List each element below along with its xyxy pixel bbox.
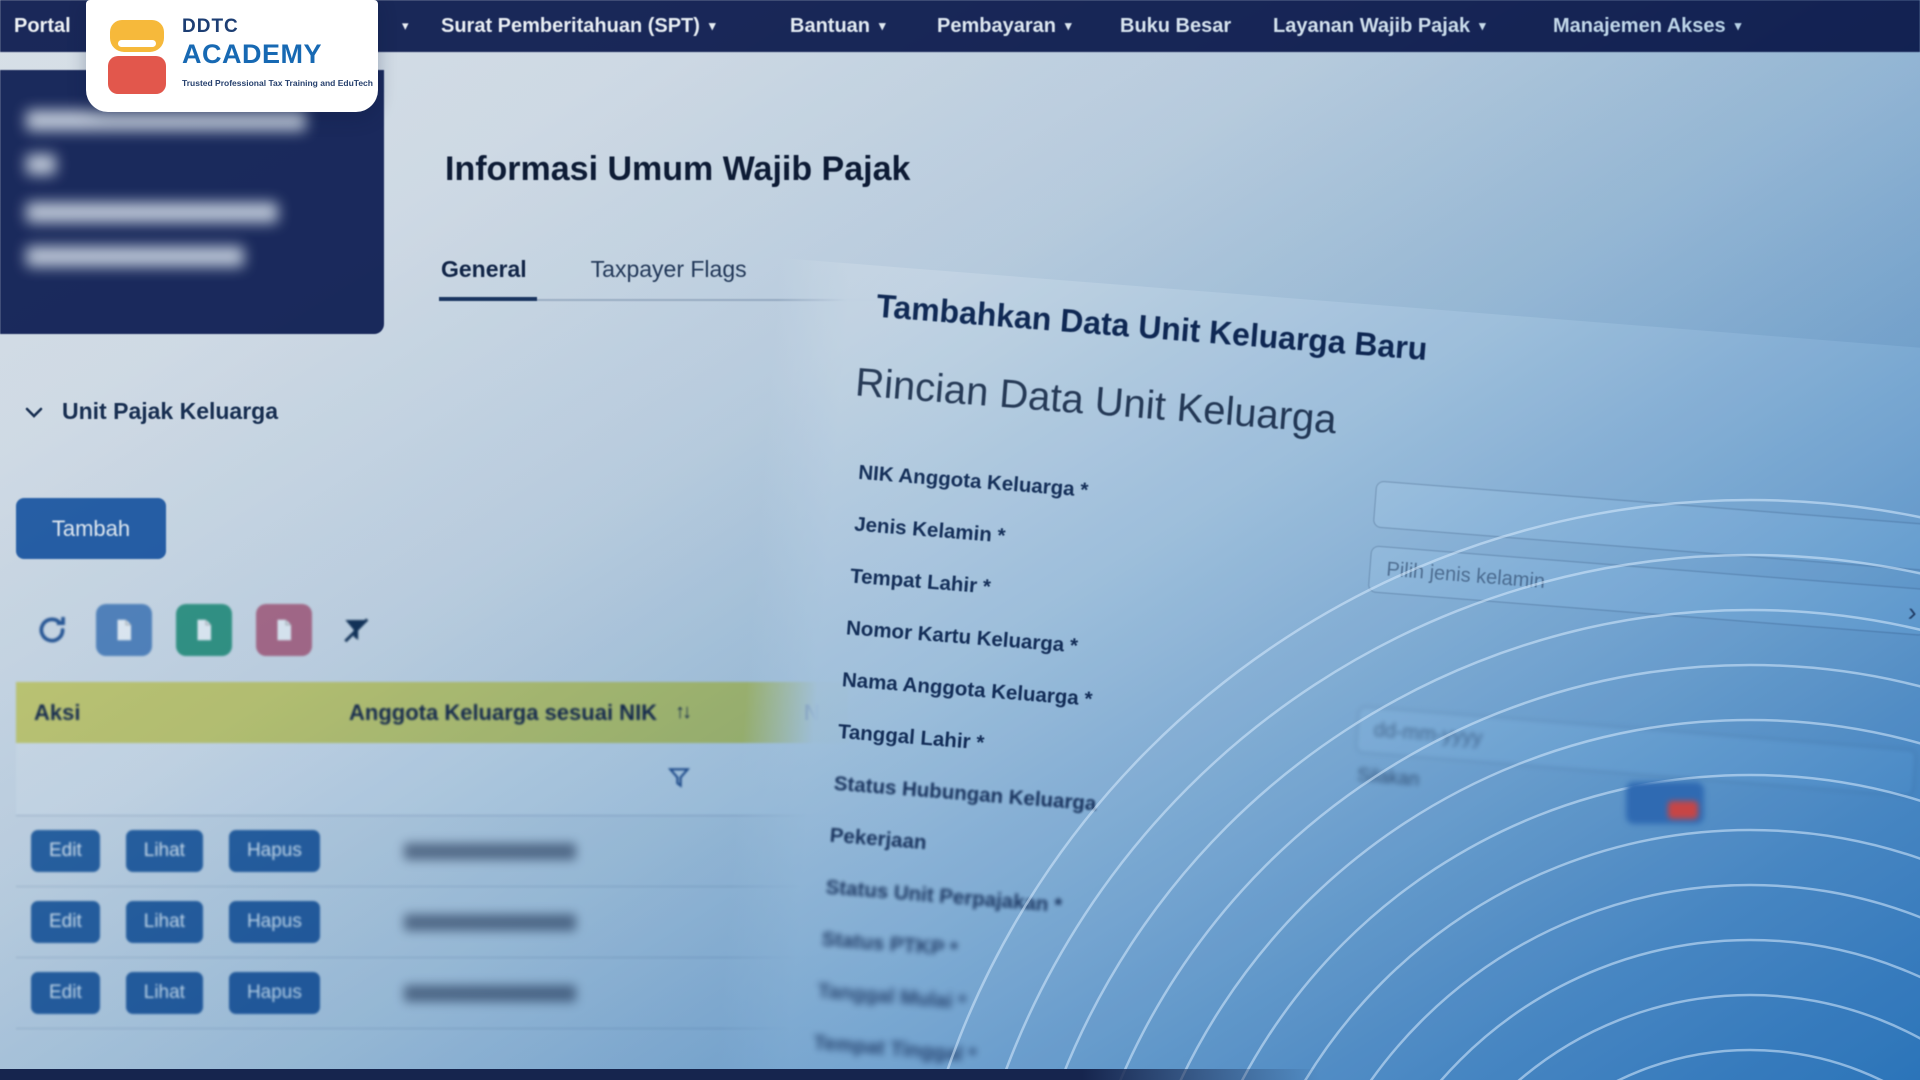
add-family-unit-form: Tambahkan Data Unit Keluarga Baru Rincia… bbox=[700, 258, 1920, 1080]
column-header-aksi: Aksi bbox=[34, 699, 81, 725]
redacted-cell-value bbox=[404, 913, 576, 931]
table-filter-row bbox=[16, 743, 848, 816]
logo-shape bbox=[1668, 801, 1698, 819]
table-toolbar bbox=[32, 604, 376, 656]
table-header-row: Aksi Anggota Keluarga sesuai NIK ↑↓ N bbox=[16, 682, 848, 743]
date-placeholder: dd-mm-yyyy bbox=[1372, 719, 1484, 750]
form-field-labels: NIK Anggota Keluarga * Jenis Kelamin * T… bbox=[810, 461, 1121, 1080]
logo-book-shape bbox=[110, 20, 164, 52]
blurred-app-logo bbox=[1626, 782, 1704, 824]
brand-name: DDTC bbox=[182, 16, 239, 37]
export-document-button[interactable] bbox=[96, 604, 152, 656]
delete-button[interactable]: Hapus bbox=[228, 901, 320, 943]
ddtc-logo-icon bbox=[108, 18, 170, 94]
tab-general[interactable]: General bbox=[439, 256, 537, 301]
page-title: Informasi Umum Wajib Pajak bbox=[445, 150, 911, 188]
nav-item-label: Manajemen Akses bbox=[1553, 15, 1726, 37]
column-filter-button[interactable] bbox=[666, 765, 692, 796]
column-header-anggota-keluarga[interactable]: Anggota Keluarga sesuai NIK ↑↓ bbox=[349, 699, 692, 726]
document-icon bbox=[277, 619, 292, 641]
view-button[interactable]: Lihat bbox=[125, 901, 203, 943]
export-pdf-button[interactable] bbox=[256, 604, 312, 656]
tambah-button[interactable]: Tambah bbox=[16, 498, 166, 559]
ddtc-academy-logo-card: DDTC ACADEMY Trusted Professional Tax Tr… bbox=[86, 0, 378, 112]
nav-item-portal[interactable]: Portal bbox=[14, 0, 71, 52]
delete-button[interactable]: Hapus bbox=[228, 830, 320, 872]
redacted-text-line bbox=[26, 246, 244, 267]
edit-button[interactable]: Edit bbox=[31, 901, 100, 943]
form-inputs: Pilih jenis kelamin › dd-mm-yyyy Silakan bbox=[1352, 480, 1920, 830]
delete-button[interactable]: Hapus bbox=[228, 972, 320, 1014]
form-subtitle: Rincian Data Unit Keluarga bbox=[853, 360, 1339, 443]
nav-item-label: Pembayaran bbox=[937, 15, 1056, 37]
section-unit-pajak-keluarga[interactable]: Unit Pajak Keluarga bbox=[22, 398, 278, 425]
chevron-down-icon[interactable]: ▾ bbox=[402, 0, 409, 52]
redacted-text-line bbox=[26, 110, 306, 131]
nav-item-manajemen-akses[interactable]: Manajemen Akses ▾ bbox=[1553, 0, 1741, 52]
document-icon bbox=[117, 619, 132, 641]
nav-item-label: Bantuan bbox=[790, 15, 870, 37]
chevron-down-icon: ▾ bbox=[1064, 18, 1072, 33]
chevron-right-icon: › bbox=[1906, 596, 1918, 628]
view-button[interactable]: Lihat bbox=[125, 830, 203, 872]
section-title: Unit Pajak Keluarga bbox=[62, 398, 279, 424]
clear-filter-button[interactable] bbox=[336, 604, 376, 656]
view-button[interactable]: Lihat bbox=[125, 972, 203, 1014]
chevron-down-icon: ▾ bbox=[879, 18, 886, 33]
filter-off-icon bbox=[344, 618, 369, 643]
brand-name-main: ACADEMY bbox=[182, 39, 323, 69]
table-row: Edit Lihat Hapus bbox=[16, 816, 848, 887]
chevron-down-icon bbox=[25, 407, 43, 418]
brand-tagline: Trusted Professional Tax Training and Ed… bbox=[182, 78, 373, 88]
tab-taxpayer-flags[interactable]: Taxpayer Flags bbox=[591, 256, 747, 283]
nav-item-bantuan[interactable]: Bantuan ▾ bbox=[790, 0, 886, 52]
chevron-down-icon: ▾ bbox=[1479, 18, 1486, 33]
chevron-down-icon: ▾ bbox=[708, 18, 716, 33]
redacted-cell-value bbox=[404, 842, 576, 860]
nav-item-pembayaran[interactable]: Pembayaran ▾ bbox=[937, 0, 1072, 52]
bottom-edge-bar bbox=[0, 1069, 1320, 1080]
nav-item-label: Surat Pemberitahuan (SPT) bbox=[441, 15, 700, 37]
edit-button[interactable]: Edit bbox=[31, 830, 100, 872]
nav-item-label: Layanan Wajib Pajak bbox=[1273, 15, 1471, 37]
nav-item-spt[interactable]: Surat Pemberitahuan (SPT) ▾ bbox=[441, 0, 715, 52]
redacted-text-line bbox=[26, 154, 56, 175]
redacted-cell-value bbox=[404, 984, 576, 1002]
chevron-down-icon: ▾ bbox=[1734, 18, 1742, 33]
refresh-button[interactable] bbox=[32, 604, 72, 656]
logo-text-block: DDTC ACADEMY Trusted Professional Tax Tr… bbox=[182, 16, 373, 88]
refresh-icon bbox=[39, 616, 65, 643]
edit-button[interactable]: Edit bbox=[31, 972, 100, 1014]
redacted-text-line bbox=[26, 202, 278, 223]
logo-book-shape bbox=[108, 56, 166, 94]
select-placeholder: Pilih jenis kelamin bbox=[1385, 558, 1546, 593]
table-row: Edit Lihat Hapus bbox=[16, 887, 848, 958]
document-icon bbox=[197, 619, 212, 641]
nav-item-layanan-wp[interactable]: Layanan Wajib Pajak ▾ bbox=[1273, 0, 1486, 52]
column-header-label: Anggota Keluarga sesuai NIK bbox=[349, 699, 658, 725]
sort-icon: ↑↓ bbox=[675, 701, 692, 723]
nav-item-buku-besar[interactable]: Buku Besar bbox=[1120, 0, 1231, 52]
export-excel-button[interactable] bbox=[176, 604, 232, 656]
filter-icon bbox=[667, 768, 691, 788]
app-screenshot: Portal ▾ Surat Pemberitahuan (SPT) ▾ Bant… bbox=[0, 0, 1920, 1080]
